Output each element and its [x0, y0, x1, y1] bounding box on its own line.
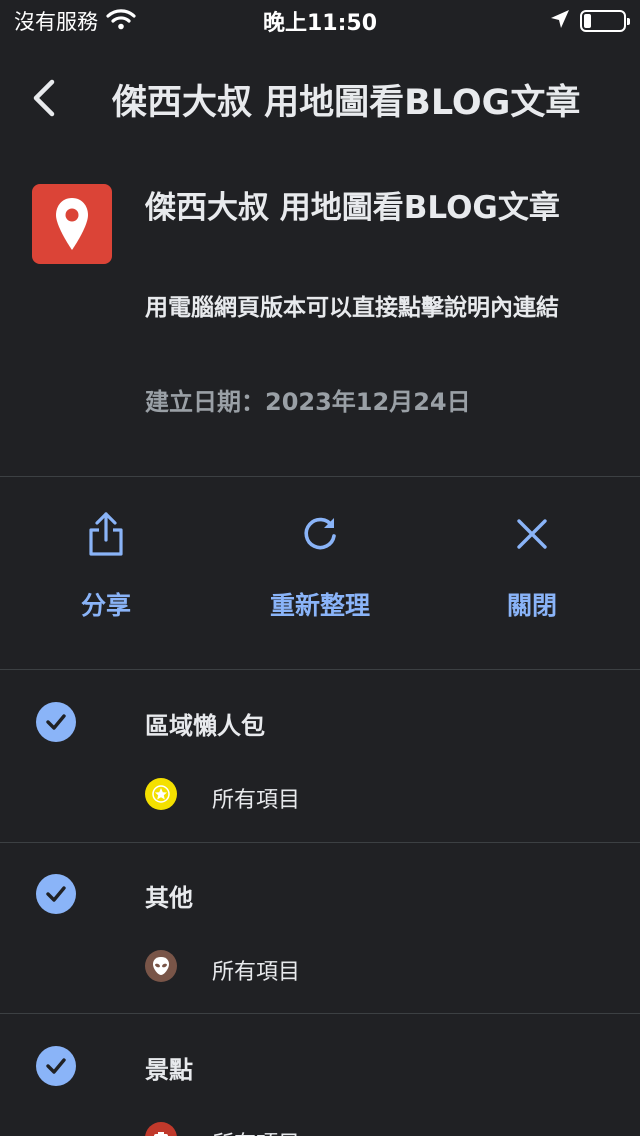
google-my-maps-logo [32, 184, 112, 264]
close-icon [515, 500, 549, 568]
page-title: 傑西大叔 用地圖看BLOG文章 [112, 83, 581, 123]
refresh-icon [300, 500, 340, 568]
alien-marker-icon [145, 950, 177, 982]
battery-icon [580, 10, 630, 32]
status-left: 沒有服務 [14, 6, 136, 36]
map-description: 用電腦網頁版本可以直接點擊說明內連結 [145, 295, 559, 321]
status-bar: 沒有服務 晚上11:50 [0, 0, 640, 42]
layer-checkbox[interactable] [36, 874, 76, 914]
share-label: 分享 [80, 591, 131, 620]
checkmark-icon [46, 1058, 66, 1074]
close-button[interactable]: 關閉 [442, 500, 622, 630]
checkmark-icon [46, 886, 66, 902]
layer-item-all[interactable]: 所有項目 [212, 954, 300, 986]
wifi-icon [106, 8, 136, 35]
refresh-label: 重新整理 [269, 591, 370, 620]
refresh-button[interactable]: 重新整理 [230, 500, 410, 630]
map-title: 傑西大叔 用地圖看BLOG文章 [145, 190, 560, 226]
layer-name: 區域懶人包 [145, 712, 265, 740]
camera-marker-icon [145, 1122, 177, 1136]
layer-name: 其他 [145, 884, 193, 912]
back-button[interactable] [0, 60, 90, 136]
close-label: 關閉 [506, 591, 557, 620]
layer-section: 區域懶人包 所有項目 [0, 670, 640, 842]
share-icon [88, 500, 124, 568]
status-right [550, 9, 630, 34]
map-created-date: 建立日期：2023年12月24日 [145, 388, 471, 416]
layer-item-all[interactable]: 所有項目 [212, 782, 300, 814]
layer-checkbox[interactable] [36, 702, 76, 742]
layer-section: 其他 所有項目 [0, 842, 640, 1014]
battery-level [584, 14, 591, 28]
action-row: 分享 重新整理 關閉 [0, 500, 640, 640]
layer-name: 景點 [145, 1056, 193, 1084]
map-pin-icon [56, 198, 88, 250]
layer-section: 景點 所有項目 [0, 1014, 640, 1136]
location-arrow-icon [550, 9, 570, 34]
layer-item-all[interactable]: 所有項目 [212, 1126, 300, 1136]
layer-checkbox[interactable] [36, 1046, 76, 1086]
divider [0, 476, 640, 477]
star-marker-icon [145, 778, 177, 810]
app-bar: 傑西大叔 用地圖看BLOG文章 [0, 60, 640, 136]
share-button[interactable]: 分享 [16, 500, 196, 630]
checkmark-icon [46, 714, 66, 730]
carrier-label: 沒有服務 [14, 10, 98, 34]
chevron-left-icon [33, 79, 55, 117]
